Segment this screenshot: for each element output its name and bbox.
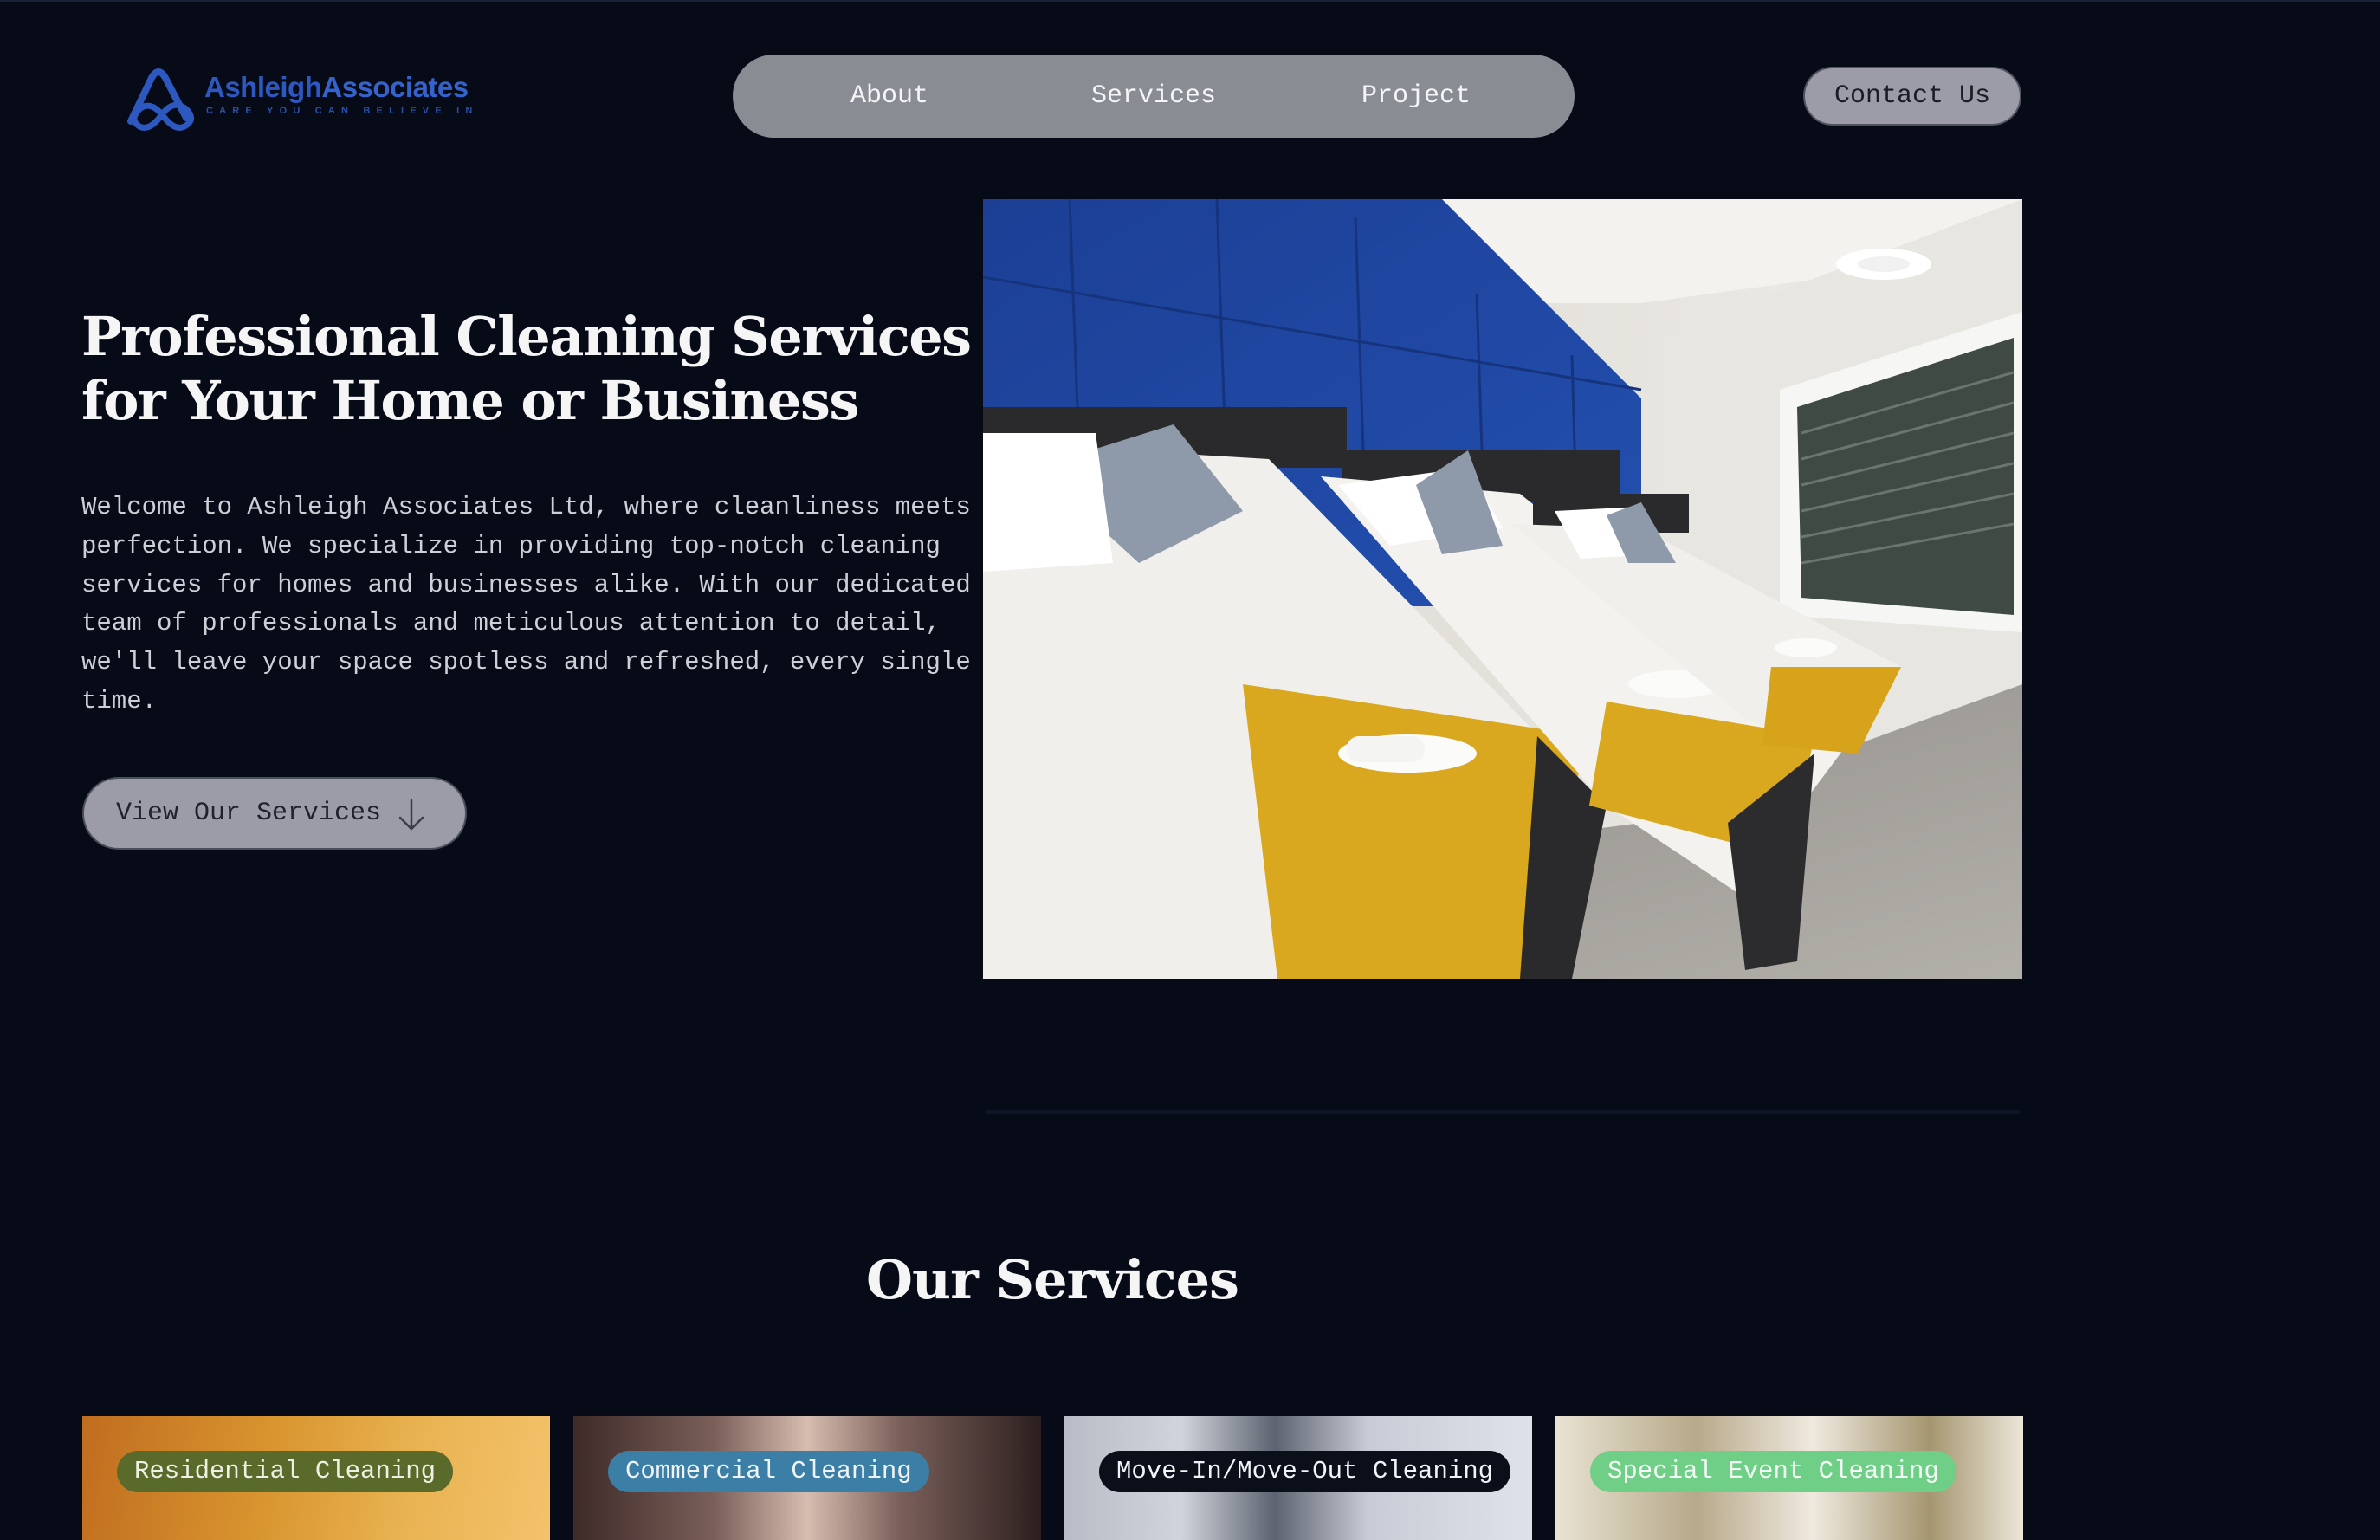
- arrow-down-icon: [398, 799, 424, 831]
- view-services-button[interactable]: View Our Services: [82, 777, 467, 850]
- logo-brand-first: Ashleigh: [204, 71, 322, 103]
- service-label-special-event: Special Event Cleaning: [1590, 1451, 1956, 1492]
- service-card-special-event[interactable]: Special Event Cleaning: [1555, 1416, 2023, 1540]
- service-card-move-in-out[interactable]: Move-In/Move-Out Cleaning: [1064, 1416, 1532, 1540]
- services-title: Our Services: [866, 1248, 1239, 1311]
- top-border: [0, 0, 2380, 2]
- service-card-commercial[interactable]: Commercial Cleaning: [573, 1416, 1041, 1540]
- view-services-label: View Our Services: [116, 799, 382, 828]
- logo-tagline: CARE YOU CAN BELIEVE IN: [206, 106, 479, 116]
- nav-item-project[interactable]: Project: [1361, 55, 1471, 138]
- nav-item-services[interactable]: Services: [1091, 55, 1216, 138]
- hero-description: Welcome to Ashleigh Associates Ltd, wher…: [81, 493, 971, 715]
- logo-brand-name: AshleighAssociates: [204, 71, 469, 104]
- logo-icon: [127, 68, 194, 131]
- logo[interactable]: AshleighAssociates CARE YOU CAN BELIEVE …: [124, 61, 472, 139]
- service-card-residential[interactable]: Residential Cleaning: [82, 1416, 550, 1540]
- main-nav: About Services Project: [733, 55, 1575, 138]
- nav-item-about[interactable]: About: [850, 55, 928, 138]
- hero-title: Professional Cleaning Services for Your …: [81, 305, 972, 432]
- logo-brand-second: Associates: [321, 71, 469, 103]
- service-label-residential: Residential Cleaning: [117, 1451, 454, 1492]
- hero-bedroom-image: [983, 199, 2022, 979]
- service-label-commercial: Commercial Cleaning: [608, 1451, 929, 1492]
- divider: [986, 1110, 2021, 1114]
- contact-us-button[interactable]: Contact Us: [1803, 67, 2021, 126]
- service-label-move-in-out: Move-In/Move-Out Cleaning: [1099, 1451, 1511, 1492]
